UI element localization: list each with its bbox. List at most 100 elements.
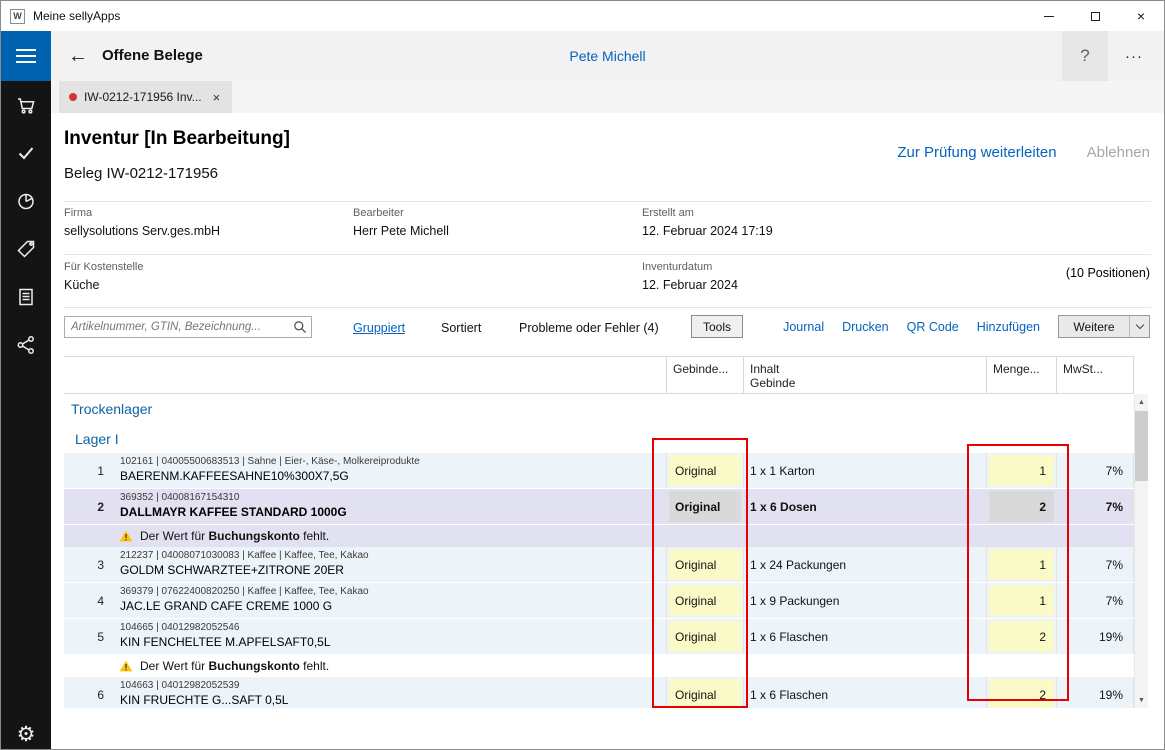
settings-gear-icon[interactable]: ⚙ [17, 722, 36, 747]
sidebar: ⚙ [1, 31, 51, 749]
row-name: KIN FENCHELTEE M.APFELSAFT0,5L [120, 635, 666, 649]
table-row[interactable]: 2 369352 | 04008167154310 DALLMAYR KAFFE… [64, 489, 1134, 525]
column-header-menge[interactable]: Menge... [986, 357, 1056, 395]
inhalt-cell: 1 x 6 Flaschen [743, 619, 986, 654]
row-meta: 104663 | 04012982052539 [120, 680, 666, 691]
group-row-lager-1[interactable]: Lager I [64, 424, 1134, 453]
minimize-button[interactable] [1026, 1, 1072, 31]
sidebar-item-prices[interactable] [1, 225, 51, 273]
menge-value[interactable]: 1 [989, 585, 1054, 616]
field-firma: Firma sellysolutions Serv.ges.mbH [64, 207, 220, 238]
more-dropdown-label: Weitere [1059, 320, 1129, 334]
table-row[interactable]: 3 212237 | 04008071030083 | Kaffee | Kaf… [64, 547, 1134, 583]
row-meta: 369379 | 07622400820250 | Kaffee | Kaffe… [120, 586, 666, 597]
gebinde-cell: Original [666, 547, 743, 582]
tab-strip: IW-0212-171956 Inv... × [51, 81, 1164, 113]
menge-value[interactable]: 2 [989, 491, 1054, 522]
divider [64, 201, 1151, 202]
group-row-trockenlager[interactable]: Trockenlager [64, 394, 1134, 424]
menge-cell: 2 [986, 489, 1056, 524]
table-row[interactable]: 1 102161 | 04005500683513 | Sahne | Eier… [64, 453, 1134, 489]
check-icon [15, 142, 37, 164]
table-row[interactable]: 5 104665 | 04012982052546 KIN FENCHELTEE… [64, 619, 1134, 655]
chevron-down-icon [1129, 316, 1149, 337]
add-link[interactable]: Hinzufügen [977, 320, 1040, 334]
app-logo-icon: W [10, 9, 25, 24]
sidebar-item-cart[interactable] [1, 81, 51, 129]
hamburger-menu-button[interactable] [1, 31, 51, 81]
gebinde-value[interactable]: Original [669, 491, 741, 522]
tab-close-icon[interactable]: × [213, 90, 221, 105]
scrollbar-thumb[interactable] [1135, 411, 1148, 481]
field-inventurdatum: Inventurdatum 12. Februar 2024 [642, 261, 738, 292]
menge-value[interactable]: 2 [989, 679, 1054, 708]
row-description: 102161 | 04005500683513 | Sahne | Eier-,… [116, 453, 666, 488]
journal-icon [15, 286, 37, 308]
field-kostenstelle: Für Kostenstelle Küche [64, 261, 143, 292]
row-number: 6 [64, 677, 116, 708]
positions-count: (10 Positionen) [1066, 266, 1150, 280]
column-header-mwst[interactable]: MwSt... [1056, 357, 1134, 395]
mwst-cell: 7% [1056, 583, 1134, 618]
row-warning: Der Wert für Buchungskonto fehlt. [64, 655, 1134, 677]
scroll-down-icon[interactable]: ▼ [1135, 692, 1148, 708]
scroll-up-icon[interactable]: ▲ [1135, 394, 1148, 410]
gebinde-value[interactable]: Original [669, 455, 741, 486]
gebinde-value[interactable]: Original [669, 585, 741, 616]
more-dropdown-button[interactable]: Weitere [1058, 315, 1150, 338]
sidebar-item-share[interactable] [1, 321, 51, 369]
field-value: 12. Februar 2024 17:19 [642, 224, 773, 238]
gebinde-value[interactable]: Original [669, 621, 741, 652]
mwst-cell: 7% [1056, 547, 1134, 582]
gebinde-cell: Original [666, 489, 743, 524]
table-header: Gebinde... Inhalt Gebinde Menge... MwSt.… [64, 356, 1134, 394]
reject-link[interactable]: Ablehnen [1087, 144, 1150, 161]
table-body: Trockenlager Lager I 1 102161 | 04005500… [64, 394, 1134, 708]
field-label: Inventurdatum [642, 261, 738, 273]
table-scrollbar[interactable]: ▲ ▼ [1134, 394, 1148, 708]
close-button[interactable]: × [1118, 1, 1164, 31]
maximize-button[interactable] [1072, 1, 1118, 31]
column-header-inhalt-line2: Gebinde [750, 376, 980, 390]
row-name: BAERENM.KAFFEESAHNE10%300X7,5G [120, 469, 666, 483]
toolbar-right: Journal Drucken QR Code Hinzufügen Weite… [783, 315, 1150, 338]
tab-label: IW-0212-171956 Inv... [84, 90, 202, 104]
table-row[interactable]: 4 369379 | 07622400820250 | Kaffee | Kaf… [64, 583, 1134, 619]
grouped-toggle[interactable]: Gruppiert [353, 321, 405, 335]
journal-link[interactable]: Journal [783, 320, 824, 334]
pie-chart-icon [15, 190, 37, 212]
menge-value[interactable]: 1 [989, 455, 1054, 486]
print-link[interactable]: Drucken [842, 320, 889, 334]
row-description: 212237 | 04008071030083 | Kaffee | Kaffe… [116, 547, 666, 582]
sidebar-item-journal[interactable] [1, 273, 51, 321]
row-number: 2 [64, 489, 116, 524]
column-header-inhalt[interactable]: Inhalt Gebinde [743, 357, 986, 395]
forward-for-review-link[interactable]: Zur Prüfung weiterleiten [897, 144, 1056, 161]
mwst-cell: 7% [1056, 453, 1134, 488]
row-number: 3 [64, 547, 116, 582]
sidebar-item-tasks[interactable] [1, 129, 51, 177]
menge-value[interactable]: 2 [989, 621, 1054, 652]
tools-button[interactable]: Tools [691, 315, 743, 338]
problems-filter[interactable]: Probleme oder Fehler (4) [519, 321, 659, 335]
tab-inventur[interactable]: IW-0212-171956 Inv... × [59, 81, 232, 113]
field-erstellt-am: Erstellt am 12. Februar 2024 17:19 [642, 207, 773, 238]
menge-value[interactable]: 1 [989, 549, 1054, 580]
column-header-gebinde[interactable]: Gebinde... [666, 357, 743, 395]
minimize-icon [1044, 16, 1054, 17]
row-meta: 104665 | 04012982052546 [120, 622, 666, 633]
sidebar-item-reports[interactable] [1, 177, 51, 225]
header-more-button[interactable]: ··· [1112, 31, 1156, 81]
divider [64, 307, 1151, 308]
row-meta: 212237 | 04008071030083 | Kaffee | Kaffe… [120, 550, 666, 561]
qr-code-link[interactable]: QR Code [907, 320, 959, 334]
search-input[interactable] [71, 321, 293, 333]
gebinde-value[interactable]: Original [669, 549, 741, 580]
sorted-toggle[interactable]: Sortiert [441, 321, 481, 335]
inhalt-cell: 1 x 9 Packungen [743, 583, 986, 618]
cart-icon [15, 94, 37, 116]
table-row[interactable]: 6 104663 | 04012982052539 KIN FRUECHTE G… [64, 677, 1134, 708]
help-button[interactable]: ? [1062, 31, 1108, 81]
gebinde-value[interactable]: Original [669, 679, 741, 708]
window-title: Meine sellyApps [33, 9, 120, 23]
